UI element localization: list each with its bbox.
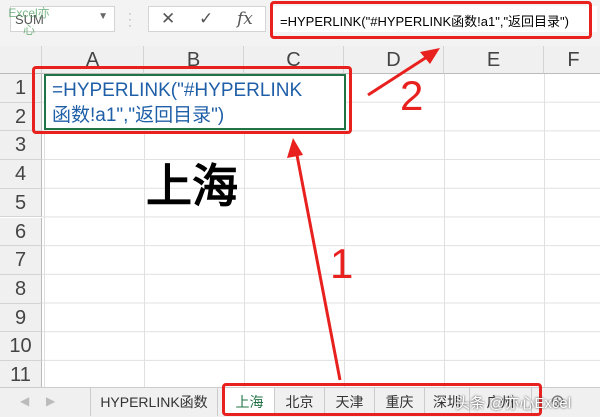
annotation-arrows [287,48,440,381]
annotation-number-2: 2 [400,72,424,119]
annotation-number-1: 1 [330,240,354,287]
watermark: 头条 @亦心Excel [455,395,572,412]
